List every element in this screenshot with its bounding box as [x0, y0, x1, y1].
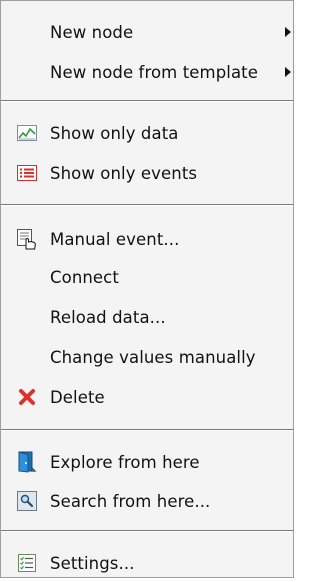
menu-item-change-values-manually[interactable]: Change values manually — [1, 338, 293, 376]
menu-item-explore-from-here[interactable]: Explore from here — [1, 443, 293, 481]
menu-item-label: Explore from here — [50, 452, 200, 472]
menu-item-label: Change values manually — [50, 347, 256, 367]
chart-line-icon — [16, 122, 38, 144]
menu-item-connect[interactable]: Connect — [1, 258, 293, 296]
menu-item-new-node-from-template[interactable]: New node from template — [1, 53, 293, 91]
event-list-icon — [16, 162, 38, 184]
delete-x-icon — [16, 386, 38, 408]
menu-item-delete[interactable]: Delete — [1, 378, 293, 416]
menu-item-label: Delete — [50, 387, 105, 407]
manual-event-icon — [16, 228, 38, 250]
context-menu: New node New node from template Show onl… — [0, 0, 294, 578]
submenu-arrow-icon — [285, 27, 291, 37]
submenu-arrow-icon — [285, 67, 291, 77]
menu-separator — [1, 429, 293, 431]
menu-item-label: Manual event... — [50, 229, 180, 249]
menu-item-label: Settings... — [50, 553, 135, 573]
menu-item-label: Show only events — [50, 163, 198, 183]
menu-item-settings[interactable]: Settings... — [1, 544, 293, 582]
menu-separator — [1, 530, 293, 532]
menu-item-reload-data[interactable]: Reload data... — [1, 298, 293, 336]
menu-item-new-node[interactable]: New node — [1, 13, 293, 51]
menu-item-show-only-data[interactable]: Show only data — [1, 114, 293, 152]
menu-item-manual-event[interactable]: Manual event... — [1, 220, 293, 258]
menu-item-label: Reload data... — [50, 307, 166, 327]
menu-item-label: Connect — [50, 267, 119, 287]
menu-separator — [1, 100, 293, 102]
menu-item-label: Search from here... — [50, 491, 211, 511]
menu-item-label: New node from template — [50, 62, 258, 82]
menu-item-search-from-here[interactable]: Search from here... — [1, 482, 293, 520]
search-magnifier-icon — [16, 490, 38, 512]
menu-item-label: New node — [50, 22, 134, 42]
menu-item-label: Show only data — [50, 123, 179, 143]
menu-separator — [1, 204, 293, 206]
explore-door-icon — [16, 451, 38, 473]
settings-list-icon — [16, 552, 38, 574]
menu-item-show-only-events[interactable]: Show only events — [1, 154, 293, 192]
